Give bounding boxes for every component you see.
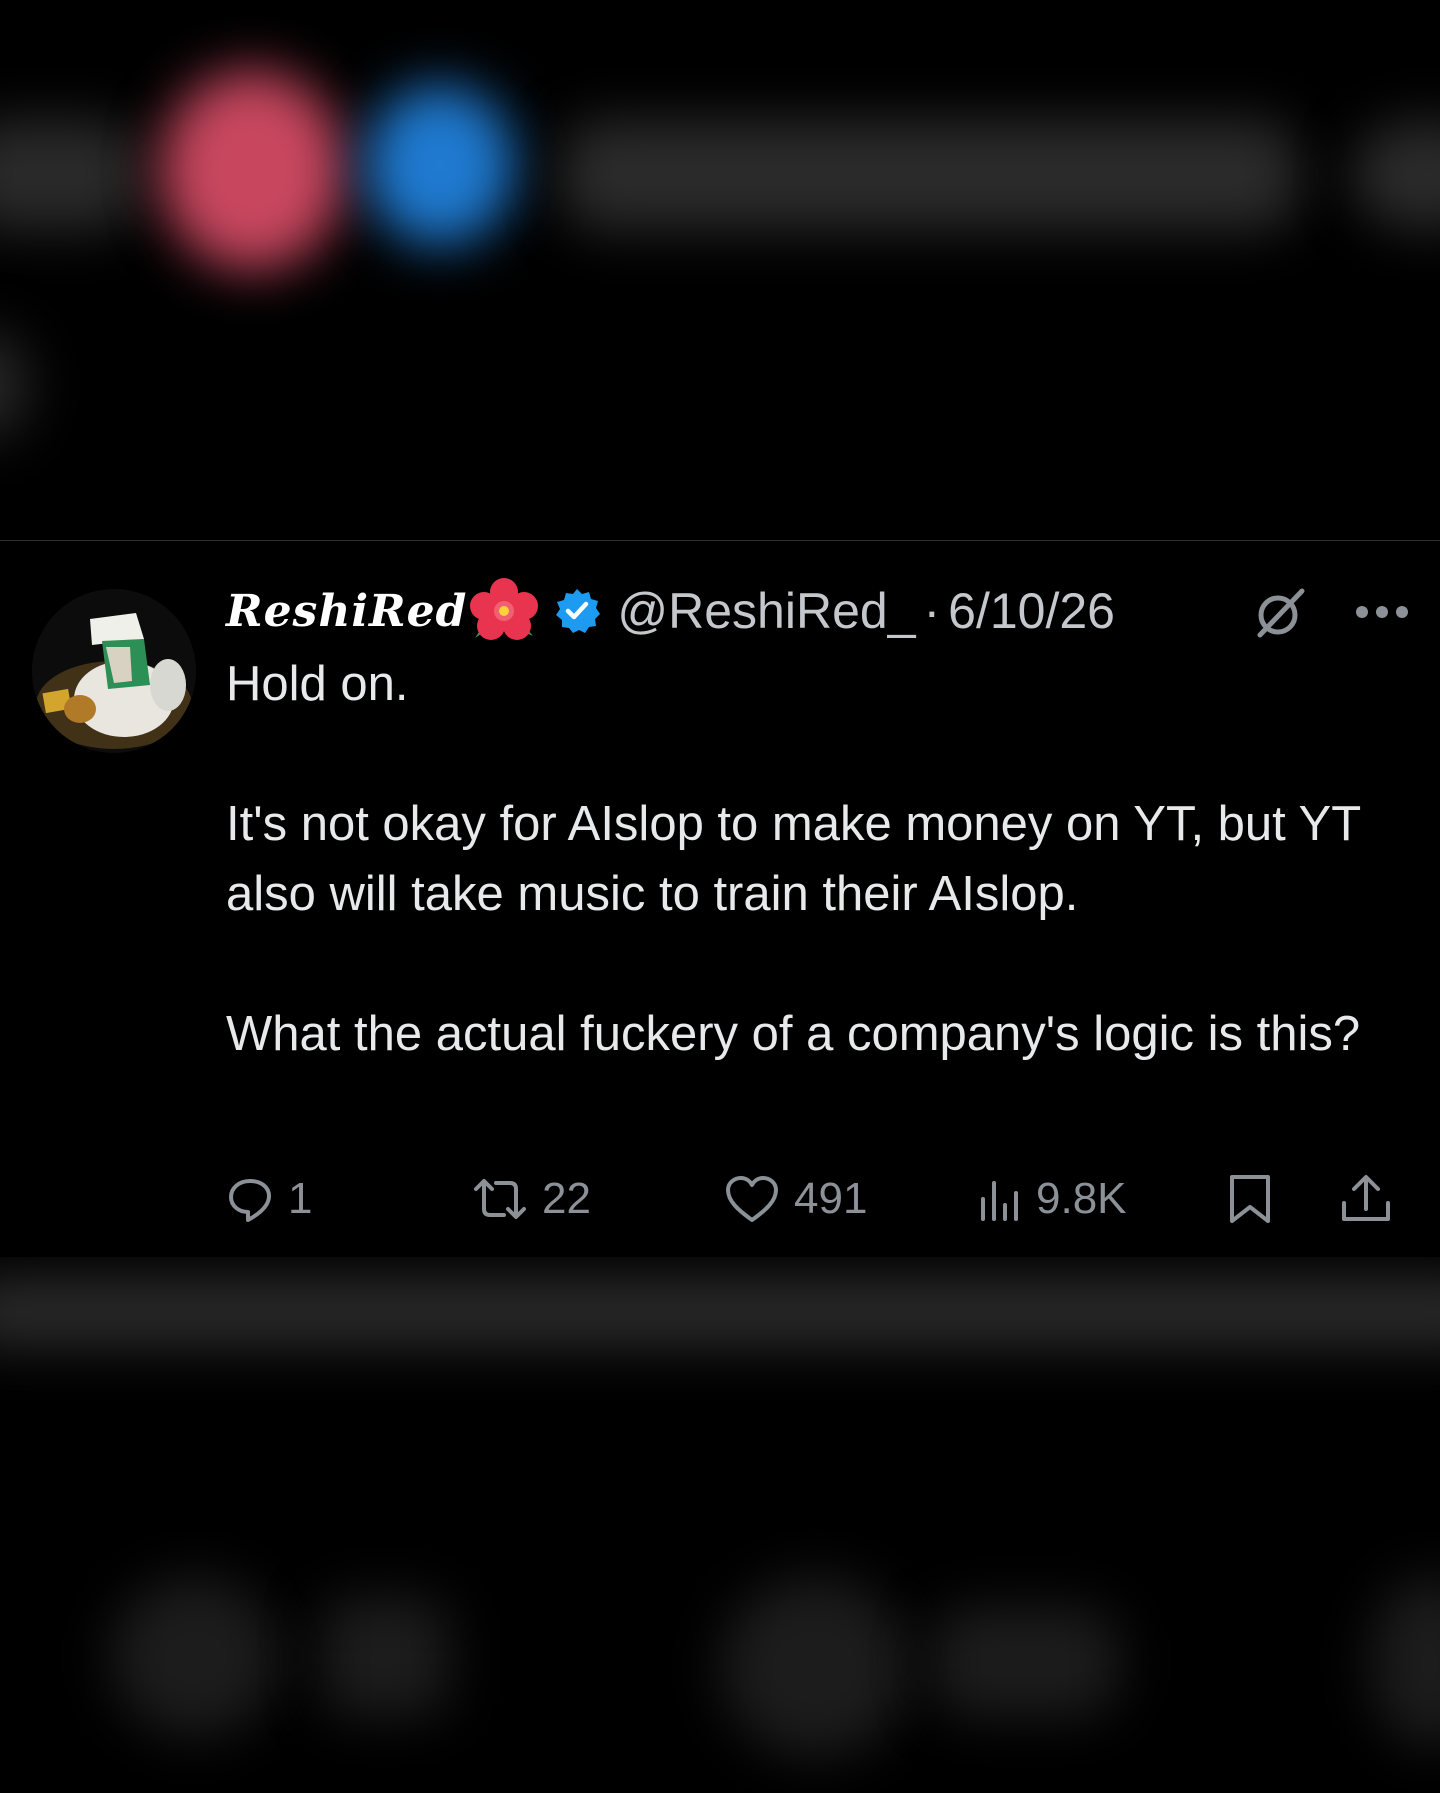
- action-bar: 1 22 491 9.8K: [0, 1169, 1440, 1229]
- tweet-header: ReshiRed @ReshiRed_ · 6/10/26: [226, 578, 1416, 641]
- tweet[interactable]: ReshiRed @ReshiRed_ · 6/10/26 Hold on. I…: [0, 541, 1440, 1257]
- grok-icon[interactable]: [1254, 587, 1306, 639]
- reply-button[interactable]: 1: [226, 1169, 312, 1229]
- repost-icon: [474, 1179, 526, 1219]
- view-count: 9.8K: [1036, 1174, 1127, 1223]
- reply-icon: [229, 1179, 271, 1222]
- views-button[interactable]: 9.8K: [978, 1169, 1127, 1229]
- tweet-text: Hold on. It's not okay for AIslop to mak…: [226, 649, 1416, 1069]
- repost-button[interactable]: 22: [472, 1169, 591, 1229]
- reply-count: 1: [288, 1174, 313, 1223]
- bookmark-button[interactable]: [1226, 1169, 1274, 1229]
- avatar[interactable]: [32, 589, 196, 753]
- timestamp[interactable]: 6/10/26: [948, 582, 1115, 640]
- flower-icon: [469, 576, 539, 646]
- tweet-paragraph: It's not okay for AIslop to make money o…: [226, 797, 1361, 921]
- repost-count: 22: [542, 1174, 591, 1223]
- share-button[interactable]: [1340, 1169, 1392, 1229]
- like-button[interactable]: 491: [724, 1169, 867, 1229]
- verified-icon: [553, 587, 601, 635]
- bookmark-icon: [1230, 1175, 1270, 1223]
- separator-dot: ·: [923, 583, 941, 639]
- heart-icon: [726, 1176, 778, 1222]
- blurred-previous-post: [0, 0, 1440, 540]
- tweet-paragraph: Hold on.: [226, 657, 409, 711]
- share-icon: [1342, 1175, 1390, 1221]
- views-icon: [981, 1181, 1018, 1221]
- tweet-paragraph: What the actual fuckery of a company's l…: [226, 1007, 1361, 1061]
- more-options-icon[interactable]: [1353, 603, 1411, 621]
- display-name[interactable]: ReshiRed: [226, 586, 467, 637]
- handle[interactable]: @ReshiRed_: [617, 582, 915, 640]
- blurred-next-post: [0, 1257, 1440, 1793]
- like-count: 491: [794, 1174, 868, 1223]
